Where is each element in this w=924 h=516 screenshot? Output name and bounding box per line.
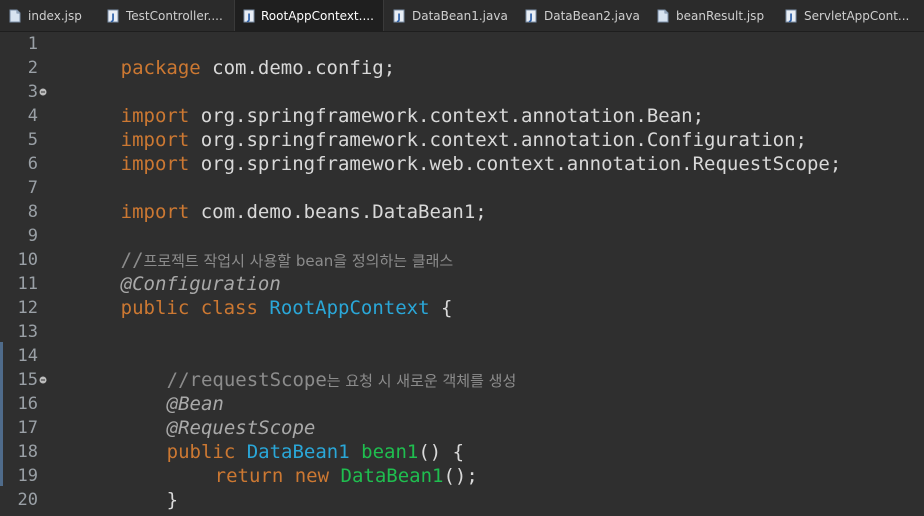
tab-testcontroller[interactable]: J TestController....	[98, 0, 234, 31]
java-file-icon: J	[784, 9, 798, 23]
code-text: org.springframework.web.context.annotati…	[189, 153, 842, 175]
java-file-icon: J	[524, 9, 538, 23]
line-number: 10	[17, 250, 38, 270]
code-line: import com.demo.beans.DataBean1;	[52, 176, 487, 223]
line-number: 13	[17, 322, 38, 342]
code-line: return new DataBean1();	[146, 440, 478, 487]
tab-servletappcontext[interactable]: J ServletAppCont...	[776, 0, 924, 31]
class-name: RootAppContext	[269, 297, 430, 319]
line-number: 15	[17, 370, 38, 390]
tab-databean2[interactable]: J DataBean2.java	[516, 0, 648, 31]
svg-text:J: J	[396, 13, 400, 23]
line-number: 11	[17, 274, 38, 294]
tab-label: index.jsp	[28, 9, 82, 23]
code-line: @Configuration	[52, 248, 281, 295]
line-number-gutter: 1 2 3 4 5 6 7 8 9 10 11 12 13 14 15 16 1…	[0, 32, 48, 516]
jsp-file-icon	[8, 9, 22, 23]
tab-rootappcontext[interactable]: J RootAppContext.... ×	[234, 0, 384, 31]
tab-label: beanResult.jsp	[676, 9, 765, 23]
tab-label: DataBean1.java	[412, 9, 508, 23]
keyword: class	[200, 297, 258, 319]
tab-label: TestController....	[126, 9, 223, 23]
svg-text:J: J	[246, 13, 250, 23]
tab-index-jsp[interactable]: index.jsp	[0, 0, 98, 31]
tab-databean1[interactable]: J DataBean1.java	[384, 0, 516, 31]
fold-toggle-icon[interactable]	[38, 80, 48, 104]
line-number: 9	[27, 226, 38, 246]
code-line: }	[98, 464, 178, 511]
keyword: public	[120, 297, 190, 319]
java-file-icon: J	[392, 9, 406, 23]
line-number: 8	[27, 202, 38, 222]
line-number: 17	[17, 418, 38, 438]
code-line: //requestScope는 요청 시 새로운 객체를 생성	[98, 344, 517, 391]
line-number: 14	[17, 346, 38, 366]
tab-label: DataBean2.java	[544, 9, 640, 23]
keyword: return	[214, 465, 284, 487]
line-number: 1	[27, 34, 38, 54]
jsp-file-icon	[656, 9, 670, 23]
line-number: 3	[27, 82, 38, 102]
line-number: 7	[27, 178, 38, 198]
code-line: //프로젝트 작업시 사용할 bean을 정의하는 클래스	[52, 224, 454, 271]
class-name: DataBean1	[340, 465, 444, 487]
comment-text: 는 요청 시 새로운 객체를 생성	[326, 372, 517, 390]
line-number: 20	[17, 490, 38, 510]
svg-text:J: J	[110, 13, 114, 23]
brace: {	[441, 297, 453, 319]
keyword: package	[120, 57, 201, 79]
tab-label: RootAppContext....	[261, 9, 374, 23]
line-number: 5	[27, 130, 38, 150]
line-number: 12	[17, 298, 38, 318]
line-number: 6	[27, 154, 38, 174]
code-line: @Bean	[98, 368, 224, 415]
code-text: com.demo.beans.DataBean1;	[189, 201, 487, 223]
code-line: @RequestScope	[98, 392, 316, 439]
svg-text:J: J	[788, 13, 792, 23]
tab-beanresult-jsp[interactable]: beanResult.jsp	[648, 0, 776, 31]
code-line: public DataBean1 bean1() {	[98, 416, 464, 463]
line-number: 2	[27, 58, 38, 78]
editor-tab-bar: index.jsp J TestController.... J RootApp…	[0, 0, 924, 32]
code-line: }	[52, 488, 132, 516]
tab-label: ServletAppCont...	[804, 9, 910, 23]
code-line: import org.springframework.web.context.a…	[52, 128, 842, 175]
svg-text:J: J	[528, 13, 532, 23]
code-text: ();	[443, 465, 478, 487]
code-line: package com.demo.config;	[52, 32, 396, 79]
brace: }	[166, 489, 179, 511]
code-line: import org.springframework.context.annot…	[52, 80, 704, 127]
line-number: 19	[17, 466, 38, 486]
keyword: import	[120, 153, 190, 175]
fold-toggle-icon[interactable]	[38, 368, 48, 392]
java-file-icon: J	[106, 9, 120, 23]
line-number: 16	[17, 394, 38, 414]
line-number: 4	[27, 106, 38, 126]
code-line: public class RootAppContext {	[52, 272, 453, 319]
code-line: import org.springframework.context.annot…	[52, 104, 807, 151]
keyword: import	[120, 201, 190, 223]
java-file-icon: J	[243, 9, 255, 23]
keyword: new	[294, 465, 330, 487]
code-text: com.demo.config;	[200, 57, 396, 79]
line-number: 18	[17, 442, 38, 462]
code-editor[interactable]: 1 2 3 4 5 6 7 8 9 10 11 12 13 14 15 16 1…	[0, 32, 924, 516]
